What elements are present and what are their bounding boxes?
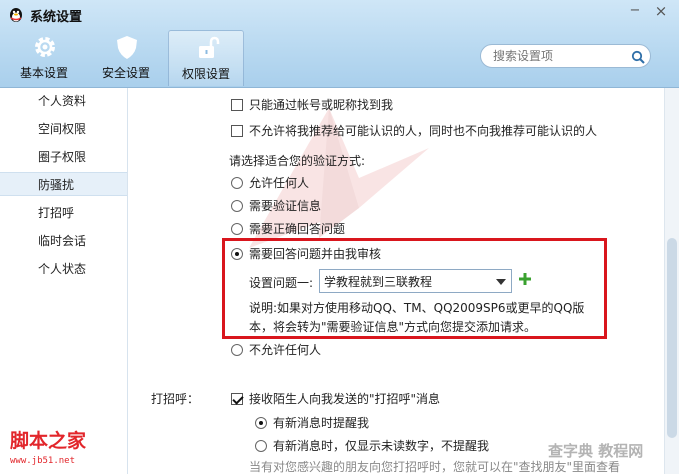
tab-label: 基本设置 xyxy=(19,66,68,80)
verify-option-need-message[interactable]: 需要验证信息 xyxy=(231,197,321,215)
option-label: 有新消息时提醒我 xyxy=(273,416,370,430)
verify-option-allow-all[interactable]: 允许任何人 xyxy=(231,174,309,192)
qq-penguin-icon xyxy=(10,8,22,22)
sidebar-item-greeting[interactable]: 打招呼 xyxy=(0,201,127,225)
sidebar-item-circle-permission[interactable]: 圈子权限 xyxy=(0,145,127,169)
sidebar-item-anti-harassment[interactable]: 防骚扰 xyxy=(0,172,127,196)
tab-security-settings[interactable]: 安全设置 xyxy=(88,30,164,86)
option-label: 需要验证信息 xyxy=(249,199,322,213)
shield-icon xyxy=(117,36,137,59)
greeting-section-label: 打招呼： xyxy=(151,392,200,406)
plus-icon[interactable] xyxy=(518,272,532,286)
option-label: 不允许将我推荐给可能认识的人，同时也不向我推荐可能认识的人 xyxy=(249,124,598,138)
sidebar-item-profile[interactable]: 个人资料 xyxy=(0,89,127,113)
option-label: 有新消息时，仅显示未读数字，不提醒我 xyxy=(273,439,490,453)
tab-label: 安全设置 xyxy=(101,66,150,80)
sidebar-item-temp-chat[interactable]: 临时会话 xyxy=(0,229,127,253)
watermark-logo: 脚本之家 xyxy=(10,430,87,452)
sidebar: 个人资料 空间权限 圈子权限 防骚扰 打招呼 临时会话 个人状态 xyxy=(0,88,128,474)
radio-button[interactable] xyxy=(231,177,243,189)
option-label: 需要正确回答问题 xyxy=(249,222,346,236)
window-header: 系统设置 − × 基本设置 安全设置 权限设置 xyxy=(0,0,679,88)
chevron-down-icon[interactable] xyxy=(496,279,506,285)
verify-option-answer-and-review[interactable]: 需要回答问题并由我审核 xyxy=(231,245,381,263)
tab-label: 权限设置 xyxy=(181,67,230,81)
option-label: 只能通过帐号或昵称找到我 xyxy=(249,98,394,112)
sidebar-item-status[interactable]: 个人状态 xyxy=(0,257,127,281)
gear-icon xyxy=(35,37,55,57)
radio-button[interactable] xyxy=(231,223,243,235)
greet-option-count-only[interactable]: 有新消息时，仅显示未读数字，不提醒我 xyxy=(255,437,489,455)
search-box[interactable] xyxy=(480,44,651,68)
tab-permission-settings[interactable]: 权限设置 xyxy=(168,30,244,86)
verify-option-correct-answer[interactable]: 需要正确回答问题 xyxy=(231,220,345,238)
search-icon[interactable] xyxy=(631,50,645,64)
search-input[interactable] xyxy=(493,48,623,64)
question-label: 设置问题一: xyxy=(249,276,314,290)
sidebar-item-space-permission[interactable]: 空间权限 xyxy=(0,117,127,141)
greet-accept-option[interactable]: 接收陌生人向我发送的"打招呼"消息 xyxy=(231,390,440,408)
find-option-account-only[interactable]: 只能通过帐号或昵称找到我 xyxy=(231,96,393,114)
minimize-button[interactable]: − xyxy=(624,2,646,20)
checkbox-checked[interactable] xyxy=(231,393,243,405)
verify-heading: 请选择适合您的验证方式: xyxy=(229,154,366,168)
tab-basic-settings[interactable]: 基本设置 xyxy=(6,30,82,86)
option-label: 允许任何人 xyxy=(249,176,310,190)
find-option-no-recommend[interactable]: 不允许将我推荐给可能认识的人，同时也不向我推荐可能认识的人 xyxy=(231,122,597,140)
question-dropdown[interactable]: 学教程就到三联教程 xyxy=(319,269,512,293)
radio-button-selected[interactable] xyxy=(255,417,267,429)
option-label: 不允许任何人 xyxy=(249,343,322,357)
radio-button[interactable] xyxy=(231,200,243,212)
checkbox[interactable] xyxy=(231,99,243,111)
radio-button[interactable] xyxy=(255,440,267,452)
verify-option-deny-all[interactable]: 不允许任何人 xyxy=(231,341,321,359)
compatibility-note: 说明:如果对方使用移动QQ、TM、QQ2009SP6或更早的QQ版本，将会转为"… xyxy=(249,301,585,334)
settings-panel: 只能通过帐号或昵称找到我 不允许将我推荐给可能认识的人，同时也不向我推荐可能认识… xyxy=(129,88,664,474)
radio-button-selected[interactable] xyxy=(231,248,243,260)
close-button[interactable]: × xyxy=(650,2,672,20)
option-label: 接收陌生人向我发送的"打招呼"消息 xyxy=(249,392,441,406)
option-label: 需要回答问题并由我审核 xyxy=(249,247,382,261)
radio-button[interactable] xyxy=(231,344,243,356)
question-value[interactable]: 学教程就到三联教程 xyxy=(324,273,432,290)
watermark-logo-right: 查字典 教程网 xyxy=(548,442,644,460)
vertical-scrollbar[interactable] xyxy=(664,88,679,474)
watermark-url: www.jb51.net xyxy=(10,456,76,466)
unlock-icon xyxy=(199,36,220,58)
checkbox[interactable] xyxy=(231,125,243,137)
greet-option-notify[interactable]: 有新消息时提醒我 xyxy=(255,414,369,432)
scrollbar-thumb[interactable] xyxy=(667,238,677,438)
window-title: 系统设置 xyxy=(30,10,83,25)
